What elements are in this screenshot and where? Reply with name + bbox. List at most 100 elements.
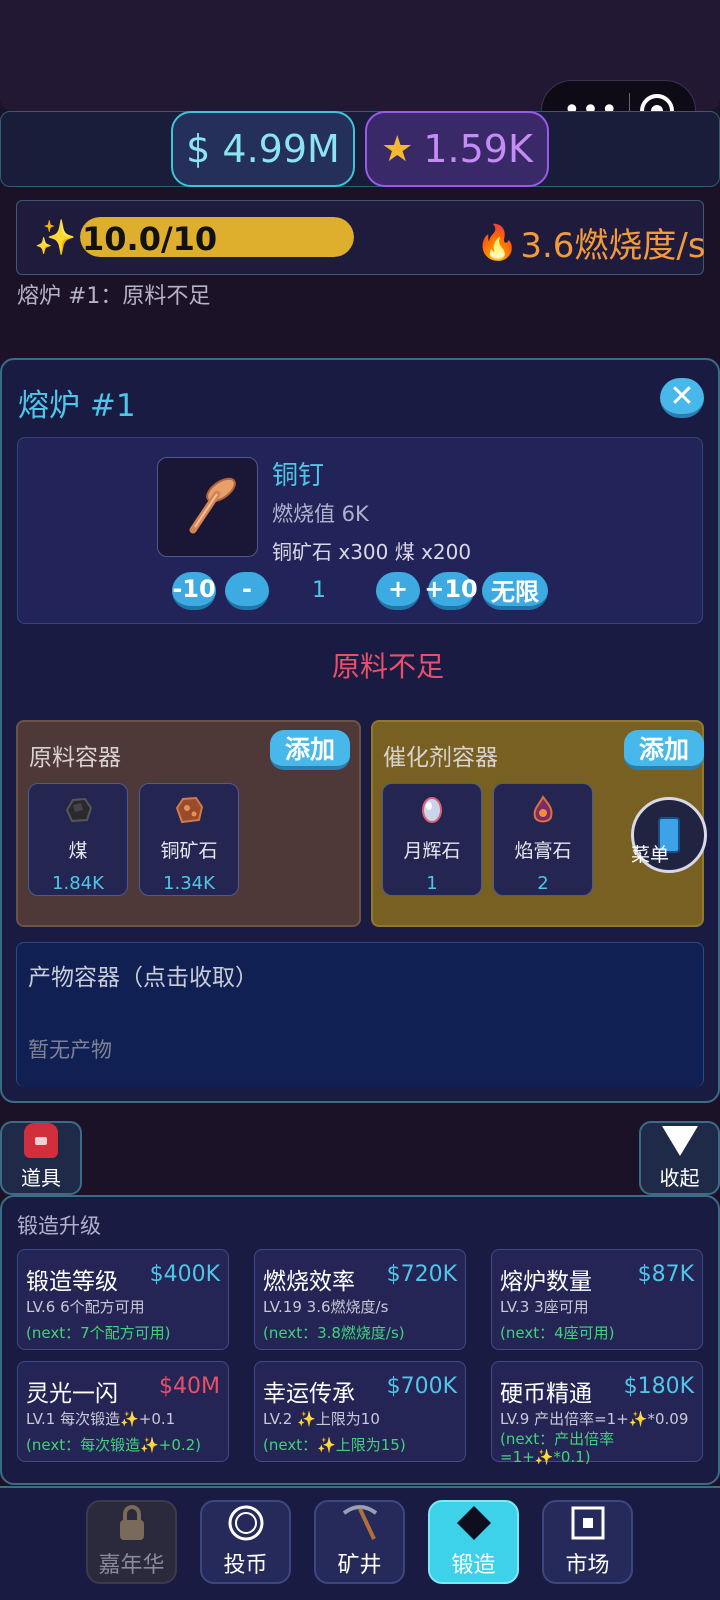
- diamond-icon: [455, 1503, 493, 1543]
- slot-count: 1.84K: [52, 873, 104, 894]
- tools-label: 道具: [21, 1166, 61, 1190]
- upgrade-name: 燃烧效率: [263, 1269, 355, 1295]
- tools-button[interactable]: 道具: [0, 1121, 82, 1195]
- upgrade-price: $720K: [386, 1262, 457, 1287]
- upgrade-name: 熔炉数量: [500, 1269, 592, 1295]
- sparkle-progress-text: 10.0/10: [82, 220, 218, 258]
- upgrade-card-furnace-count[interactable]: 熔炉数量 $87K LV.3 3座可用 (next：4座可用): [491, 1249, 703, 1350]
- catalyst-container-title: 催化剂容器: [383, 745, 498, 771]
- upgrade-price: $180K: [623, 1374, 694, 1399]
- qty-minus-10-button[interactable]: -10: [172, 572, 216, 610]
- upgrade-next: (next：产出倍率=1+✨*0.1): [500, 1430, 615, 1466]
- qty-unlimited-button[interactable]: 无限: [482, 572, 548, 610]
- pickaxe-icon: [340, 1503, 380, 1543]
- nav-coin[interactable]: 投币: [200, 1500, 291, 1584]
- slot-name: 焰膏石: [514, 840, 572, 862]
- floating-menu-label: 菜单: [631, 844, 670, 866]
- money-pill: $ 4.99M: [171, 111, 355, 187]
- upgrade-card-luck-legacy[interactable]: 幸运传承 $700K LV.2 ✨上限为10 (next：✨上限为15): [254, 1361, 466, 1462]
- upgrade-card-inspiration[interactable]: 灵光一闪 $40M LV.1 每次锻造✨+0.1 (next：每次锻造✨+0.2…: [17, 1361, 229, 1462]
- upgrade-price: $400K: [149, 1262, 220, 1287]
- backpack-icon: [24, 1123, 58, 1158]
- slot-name: 铜矿石: [160, 840, 218, 862]
- burn-rate: 🔥 3.6燃烧度/s: [476, 218, 706, 267]
- star-icon: ★: [381, 128, 414, 170]
- qty-plus-10-button[interactable]: +10: [424, 572, 478, 610]
- insufficient-materials-warning: 原料不足: [331, 650, 444, 683]
- furnace-title: 熔炉 #1: [18, 388, 136, 424]
- product-empty-text: 暂无产物: [28, 1038, 112, 1062]
- burn-rate-text: 3.6燃烧度/s: [520, 226, 706, 266]
- flame-icon: 🔥: [476, 222, 519, 263]
- coin-icon: [227, 1503, 265, 1543]
- nav-forge[interactable]: 锻造: [428, 1500, 519, 1584]
- qty-minus-button[interactable]: -: [225, 572, 269, 610]
- upgrade-level: LV.2 ✨上限为10: [263, 1410, 380, 1428]
- nav-label: 矿井: [337, 1553, 382, 1578]
- nav-label: 锻造: [451, 1553, 496, 1578]
- upgrade-next: (next：✨上限为15): [263, 1436, 406, 1454]
- coal-icon: [63, 794, 93, 826]
- upgrade-level: LV.19 3.6燃烧度/s: [263, 1298, 389, 1316]
- upgrade-level: LV.9 产出倍率=1+✨*0.09: [500, 1410, 689, 1428]
- copper-ore-slot[interactable]: 铜矿石 1.34K: [139, 783, 239, 896]
- item-name: 铜钉: [272, 461, 325, 491]
- product-container-title: 产物容器（点击收取）: [28, 965, 258, 991]
- currency-bar: [0, 111, 720, 187]
- upgrade-name: 锻造等级: [26, 1269, 118, 1295]
- close-button[interactable]: ✕: [660, 378, 704, 418]
- upgrade-card-burn-efficiency[interactable]: 燃烧效率 $720K LV.19 3.6燃烧度/s (next：3.8燃烧度/s…: [254, 1249, 466, 1350]
- flame-paste-stone-slot[interactable]: 焰膏石 2: [493, 783, 593, 896]
- upgrade-name: 硬币精通: [500, 1381, 592, 1407]
- triangle-down-icon: [661, 1126, 698, 1156]
- nav-mine[interactable]: 矿井: [314, 1500, 405, 1584]
- upgrade-price: $40M: [159, 1374, 220, 1399]
- money-value: $ 4.99M: [186, 127, 340, 171]
- slot-name: 煤: [68, 840, 88, 862]
- nav-carnival[interactable]: 嘉年华: [86, 1500, 177, 1584]
- raw-add-button[interactable]: 添加: [270, 730, 350, 770]
- upgrade-card-forge-level[interactable]: 锻造等级 $400K LV.6 6个配方可用 (next：7个配方可用): [17, 1249, 229, 1350]
- star-pill: ★ 1.59K: [365, 111, 549, 187]
- upgrade-level: LV.1 每次锻造✨+0.1: [26, 1410, 176, 1428]
- collapse-button[interactable]: 收起: [639, 1121, 720, 1195]
- nav-market[interactable]: 市场: [542, 1500, 633, 1584]
- slot-name: 月辉石: [403, 840, 461, 862]
- sparkle-icon: ✨: [34, 218, 77, 258]
- qty-value[interactable]: 1: [312, 578, 326, 603]
- item-cost: 铜矿石 x300 煤 x200: [272, 540, 472, 564]
- furnace-status-text: 熔炉 #1：原料不足: [17, 284, 211, 309]
- upgrade-price: $700K: [386, 1374, 457, 1399]
- nav-label: 嘉年华: [98, 1553, 165, 1578]
- catalyst-add-button[interactable]: 添加: [624, 730, 704, 770]
- slot-count: 1: [426, 873, 438, 894]
- copper-ore-icon: [174, 794, 204, 826]
- upgrade-price: $87K: [637, 1262, 694, 1287]
- upgrade-panel-title: 锻造升级: [17, 1214, 101, 1238]
- flame-stone-icon: [531, 794, 555, 826]
- upgrade-next: (next：4座可用): [500, 1324, 615, 1342]
- raw-container-title: 原料容器: [29, 745, 121, 771]
- collapse-label: 收起: [659, 1166, 700, 1190]
- moonstone-icon: [420, 794, 444, 826]
- moonstone-slot[interactable]: 月辉石 1: [382, 783, 482, 896]
- qty-plus-button[interactable]: +: [376, 572, 420, 610]
- nav-label: 市场: [565, 1553, 610, 1578]
- upgrade-next: (next：3.8燃烧度/s): [263, 1324, 405, 1342]
- upgrade-card-coin-mastery[interactable]: 硬币精通 $180K LV.9 产出倍率=1+✨*0.09 (next：产出倍率…: [491, 1361, 703, 1466]
- item-burn-value: 燃烧值 6K: [272, 502, 369, 526]
- upgrade-name: 灵光一闪: [26, 1381, 118, 1407]
- market-icon: [570, 1503, 606, 1543]
- coal-slot[interactable]: 煤 1.84K: [28, 783, 128, 896]
- upgrade-next: (next：每次锻造✨+0.2): [26, 1436, 202, 1454]
- copper-nail-icon: [157, 457, 258, 557]
- star-value: 1.59K: [423, 127, 533, 171]
- close-icon: ✕: [669, 378, 695, 414]
- slot-count: 2: [537, 873, 549, 894]
- slot-count: 1.34K: [163, 873, 215, 894]
- upgrade-level: LV.3 3座可用: [500, 1298, 589, 1316]
- recipe-card: [17, 437, 703, 624]
- upgrade-next: (next：7个配方可用): [26, 1324, 171, 1342]
- nav-label: 投币: [223, 1553, 268, 1578]
- upgrade-name: 幸运传承: [263, 1381, 355, 1407]
